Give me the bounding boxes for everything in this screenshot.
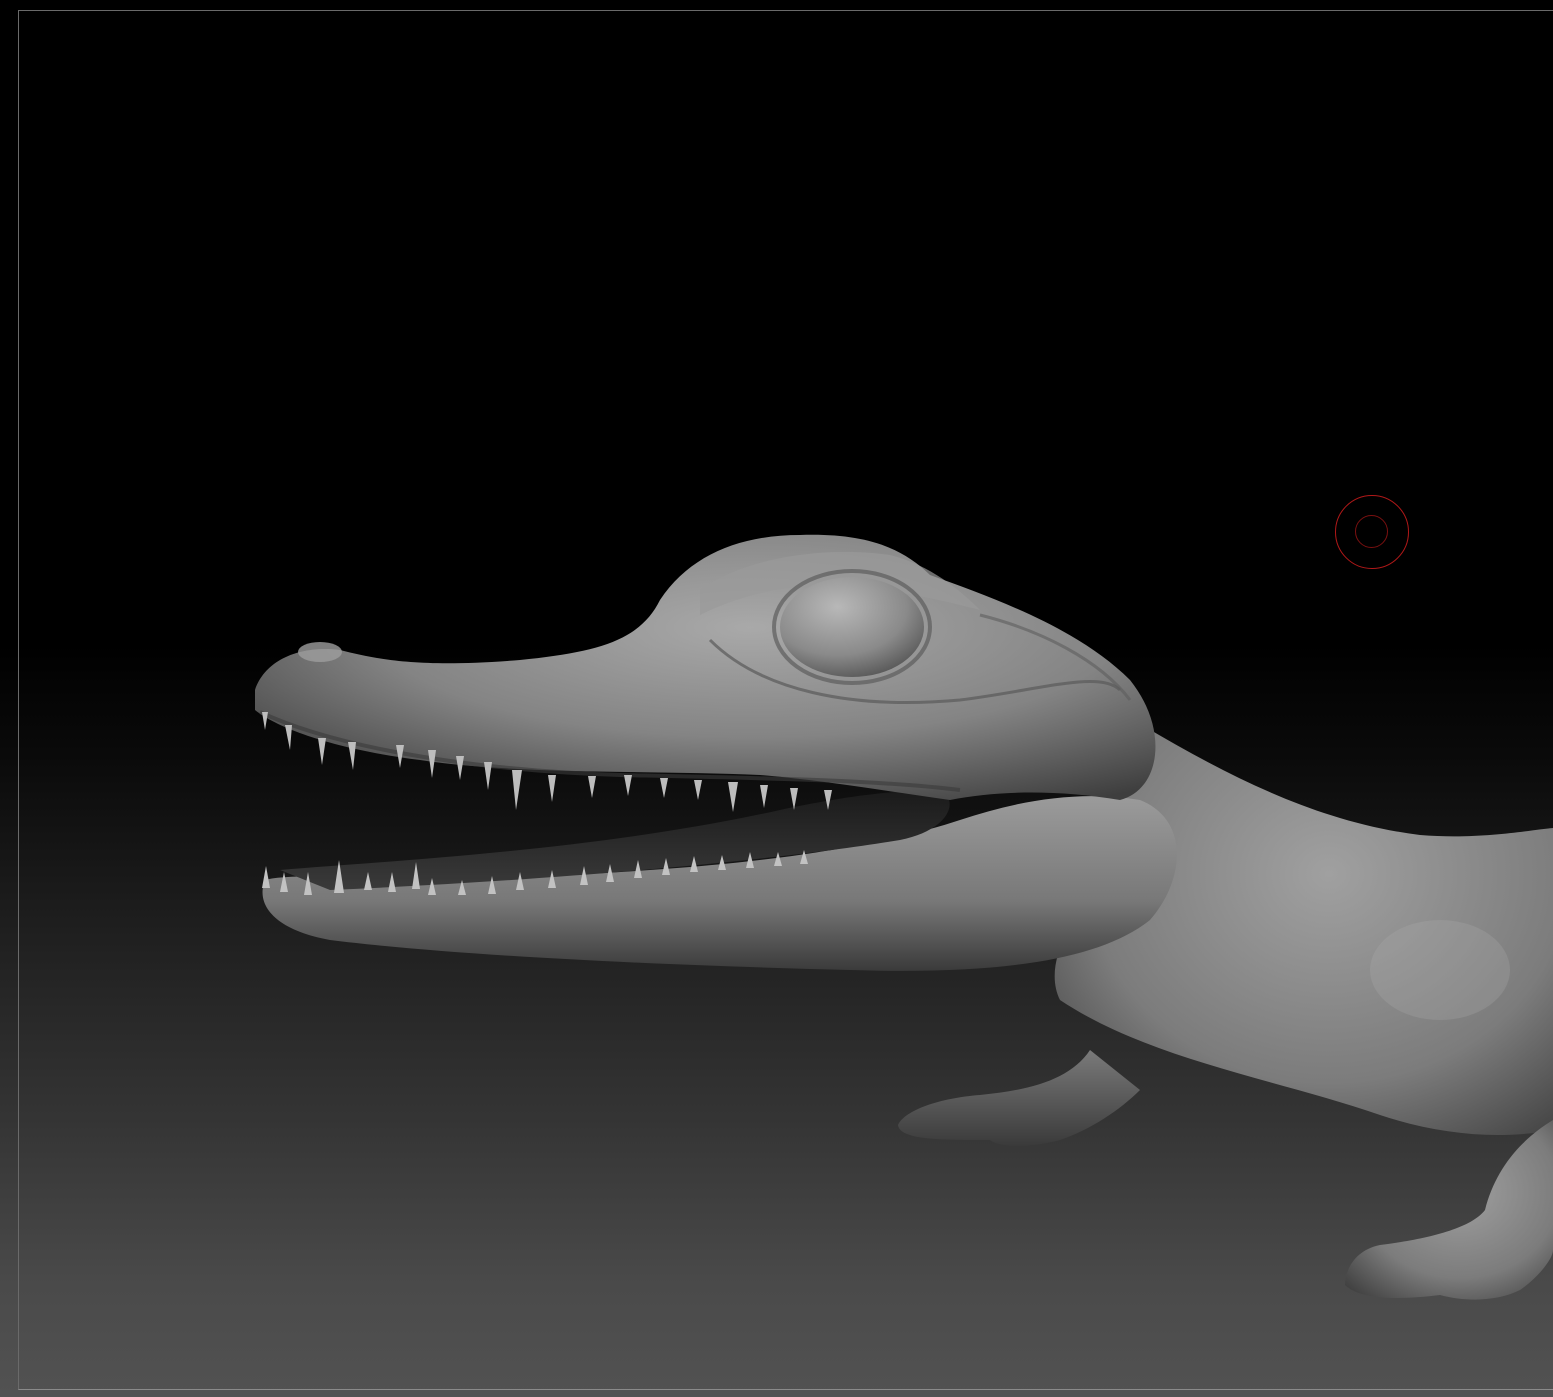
model-right-leg bbox=[1345, 1120, 1553, 1300]
model-head bbox=[255, 534, 1156, 800]
model-left-leg bbox=[898, 1050, 1140, 1146]
document-canvas-viewport[interactable] bbox=[0, 0, 1553, 1397]
sculpt-model-alligator[interactable] bbox=[0, 0, 1553, 1397]
brush-focal-icon bbox=[1355, 515, 1388, 548]
brush-draw-size-icon bbox=[1335, 495, 1409, 569]
model-eye bbox=[780, 577, 924, 677]
